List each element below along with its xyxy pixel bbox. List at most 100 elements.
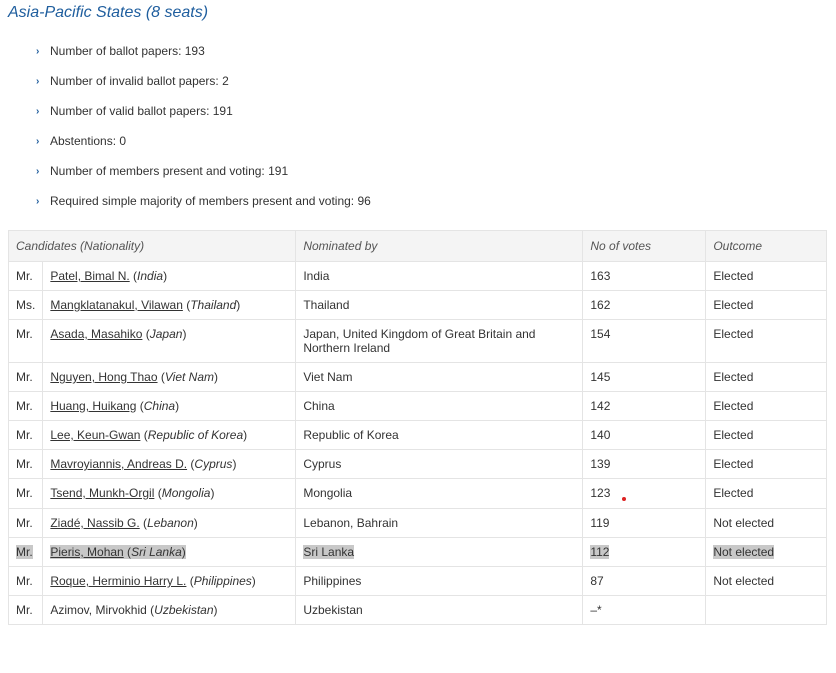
table-row: Mr. Ziadé, Nassib G. (Lebanon) Lebanon, … bbox=[7, 508, 827, 538]
table-row: Mr. Azimov, Mirvokhid (Uzbekistan) Uzbek… bbox=[7, 595, 827, 625]
candidate-link[interactable]: Roque, Herminio Harry L. bbox=[50, 574, 186, 588]
nominated-by: Lebanon, Bahrain bbox=[295, 508, 584, 538]
outcome-text: Not elected bbox=[713, 545, 775, 559]
nominated-by: Cyprus bbox=[295, 449, 584, 479]
header-nominated-by: Nominated by bbox=[295, 230, 584, 262]
stat-item: › Number of ballot papers: 193 bbox=[36, 40, 371, 70]
candidate-cell: Roque, Herminio Harry L. (Philippines) bbox=[42, 566, 297, 596]
nominated-by: Japan, United Kingdom of Great Britain a… bbox=[295, 319, 584, 363]
candidate-nationality: Japan bbox=[149, 327, 183, 341]
candidate-nationality: Lebanon bbox=[147, 516, 194, 530]
outcome: Elected bbox=[705, 319, 827, 363]
stat-text: Abstentions: 0 bbox=[50, 134, 127, 148]
outcome: Elected bbox=[705, 420, 827, 450]
candidate-link[interactable]: Huang, Huikang bbox=[50, 399, 136, 413]
red-dot-marker bbox=[622, 497, 627, 501]
candidate-title: Mr. bbox=[7, 362, 44, 392]
candidate-link[interactable]: Lee, Keun-Gwan bbox=[50, 428, 140, 442]
candidate-link[interactable]: Ziadé, Nassib G. bbox=[50, 516, 139, 530]
outcome: Not elected bbox=[705, 566, 827, 596]
votes: 140 bbox=[582, 420, 707, 450]
table-row: Mr. Roque, Herminio Harry L. (Philippine… bbox=[7, 566, 827, 596]
table-row: Mr. Mavroyiannis, Andreas D. (Cyprus) Cy… bbox=[7, 449, 827, 479]
candidate-link[interactable]: Pieris, Mohan bbox=[50, 545, 123, 559]
candidate-cell: Patel, Bimal N. (India) bbox=[42, 261, 297, 291]
candidate-nationality: Mongolia bbox=[161, 486, 211, 500]
candidate-cell: Ziadé, Nassib G. (Lebanon) bbox=[42, 508, 297, 538]
candidate-link[interactable]: Mavroyiannis, Andreas D. bbox=[50, 457, 187, 471]
votes: 139 bbox=[582, 449, 707, 479]
table-row: Mr. Patel, Bimal N. (India) India 163 El… bbox=[7, 261, 827, 291]
candidate-nationality: Philippines bbox=[193, 574, 252, 588]
candidate-name: Azimov, Mirvokhid bbox=[50, 603, 147, 617]
nominated-by: Sri Lanka bbox=[295, 537, 584, 567]
candidate-title: Mr. bbox=[7, 261, 44, 291]
stat-text: Number of members present and voting: 19… bbox=[50, 164, 289, 178]
candidate-highlight: Pieris, Mohan (Sri Lanka) bbox=[50, 545, 186, 559]
stat-item: › Number of valid ballot papers: 191 bbox=[36, 100, 371, 130]
votes: 123 bbox=[590, 486, 611, 500]
candidate-nationality: Viet Nam bbox=[164, 370, 215, 384]
stat-text: Required simple majority of members pres… bbox=[50, 194, 371, 208]
stat-item: › Number of invalid ballot papers: 2 bbox=[36, 70, 371, 100]
chevron-right-icon: › bbox=[36, 166, 40, 177]
candidate-cell: Mangklatanakul, Vilawan (Thailand) bbox=[42, 290, 297, 320]
candidate-link[interactable]: Tsend, Munkh-Orgil bbox=[50, 486, 154, 500]
nominated-by: Uzbekistan bbox=[295, 595, 584, 625]
outcome: Elected bbox=[705, 290, 827, 320]
chevron-right-icon: › bbox=[36, 76, 40, 87]
chevron-right-icon: › bbox=[36, 106, 40, 117]
candidate-cell: Azimov, Mirvokhid (Uzbekistan) bbox=[42, 595, 297, 625]
nominated-by: Viet Nam bbox=[295, 362, 584, 392]
candidate-link[interactable]: Nguyen, Hong Thao bbox=[50, 370, 157, 384]
votes: 142 bbox=[582, 391, 707, 421]
header-votes: No of votes bbox=[582, 230, 707, 262]
outcome: Elected bbox=[705, 362, 827, 392]
candidate-cell: Huang, Huikang (China) bbox=[42, 391, 297, 421]
candidate-nationality: China bbox=[143, 399, 176, 413]
outcome: Elected bbox=[705, 478, 827, 509]
candidate-title: Mr. bbox=[7, 319, 44, 363]
candidate-cell: Nguyen, Hong Thao (Viet Nam) bbox=[42, 362, 297, 392]
candidate-nationality: Thailand bbox=[190, 298, 237, 312]
outcome: Elected bbox=[705, 449, 827, 479]
nominated-by: Philippines bbox=[295, 566, 584, 596]
nominated-by: China bbox=[295, 391, 584, 421]
election-results-table: Candidates (Nationality) Nominated by No… bbox=[7, 230, 827, 625]
candidate-title: Mr. bbox=[7, 537, 44, 567]
candidate-cell: Pieris, Mohan (Sri Lanka) bbox=[42, 537, 297, 567]
chevron-right-icon: › bbox=[36, 136, 40, 147]
votes-cell: 123 bbox=[582, 478, 707, 509]
candidate-title: Mr. bbox=[7, 566, 44, 596]
table-row: Ms. Mangklatanakul, Vilawan (Thailand) T… bbox=[7, 290, 827, 320]
nominated-by: India bbox=[295, 261, 584, 291]
table-row: Mr. Tsend, Munkh-Orgil (Mongolia) Mongol… bbox=[7, 478, 827, 509]
table-header-row: Candidates (Nationality) Nominated by No… bbox=[7, 230, 827, 262]
candidate-nationality: India bbox=[137, 269, 164, 283]
table-row: Mr. Lee, Keun-Gwan (Republic of Korea) R… bbox=[7, 420, 827, 450]
table-row-highlighted: Mr. Pieris, Mohan (Sri Lanka) Sri Lanka … bbox=[7, 537, 827, 567]
candidate-nationality: Uzbekistan bbox=[154, 603, 214, 617]
candidate-link[interactable]: Patel, Bimal N. bbox=[50, 269, 129, 283]
votes-text: 112 bbox=[590, 545, 610, 559]
nominated-by: Republic of Korea bbox=[295, 420, 584, 450]
votes: 119 bbox=[582, 508, 707, 538]
candidate-link[interactable]: Asada, Masahiko bbox=[50, 327, 142, 341]
outcome: Not elected bbox=[705, 537, 827, 567]
table-row: Mr. Huang, Huikang (China) China 142 Ele… bbox=[7, 391, 827, 421]
candidate-title: Mr. bbox=[7, 420, 44, 450]
candidate-link[interactable]: Mangklatanakul, Vilawan bbox=[50, 298, 183, 312]
table-row: Mr. Asada, Masahiko (Japan) Japan, Unite… bbox=[7, 319, 827, 363]
candidate-cell: Tsend, Munkh-Orgil (Mongolia) bbox=[42, 478, 297, 509]
votes: 87 bbox=[582, 566, 707, 596]
candidate-cell: Lee, Keun-Gwan (Republic of Korea) bbox=[42, 420, 297, 450]
candidate-title: Mr. bbox=[7, 391, 44, 421]
header-candidates: Candidates (Nationality) bbox=[7, 230, 297, 262]
candidate-cell: Mavroyiannis, Andreas D. (Cyprus) bbox=[42, 449, 297, 479]
stat-item: › Required simple majority of members pre… bbox=[36, 190, 371, 220]
votes: 163 bbox=[582, 261, 707, 291]
candidate-title: Mr. bbox=[7, 478, 44, 509]
stat-text: Number of ballot papers: 193 bbox=[50, 44, 205, 58]
nominated-by: Thailand bbox=[295, 290, 584, 320]
votes: 112 bbox=[582, 537, 707, 567]
